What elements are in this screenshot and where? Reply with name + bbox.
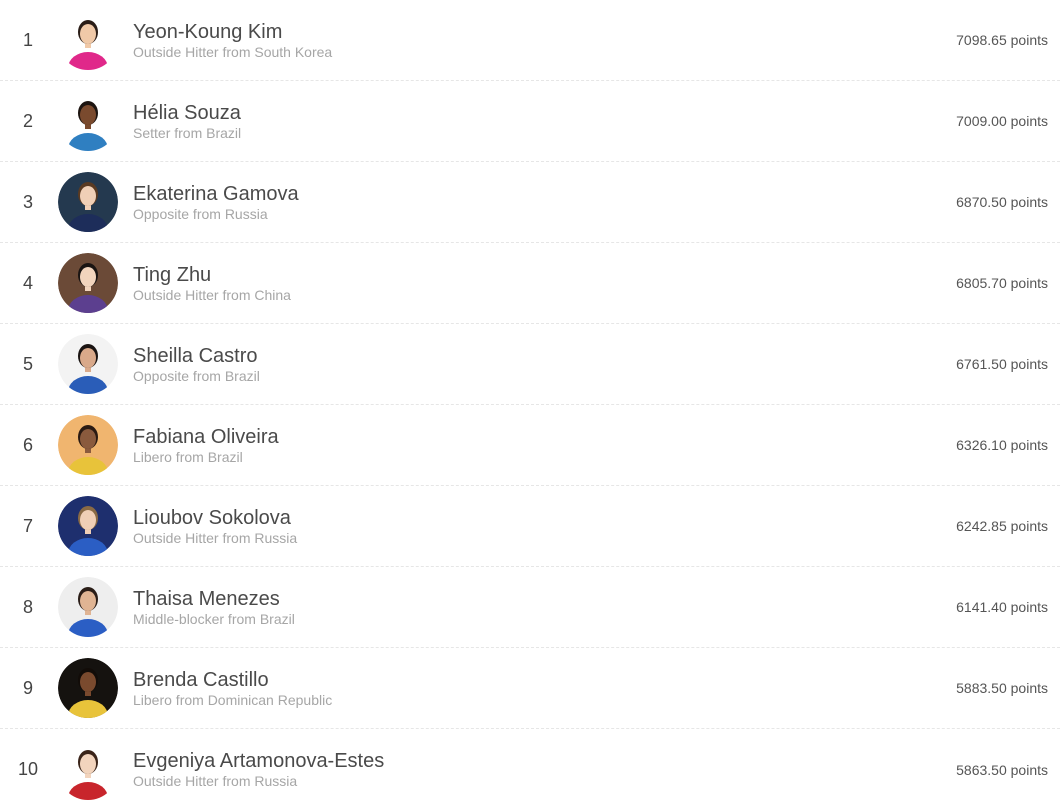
player-info: Lioubov Sokolova Outside Hitter from Rus…: [133, 507, 297, 546]
player-info: Evgeniya Artamonova-Estes Outside Hitter…: [133, 750, 384, 789]
player-photo-icon: [58, 658, 118, 718]
player-avatar[interactable]: [58, 739, 118, 800]
list-item[interactable]: 10 Evgeniya Artamonova-Estes Outside Hit…: [0, 729, 1060, 806]
player-points: 6326.10 points: [956, 437, 1048, 453]
player-info: Thaisa Menezes Middle-blocker from Brazi…: [133, 588, 295, 627]
list-item[interactable]: 9 Brenda Castillo Libero from Dominican …: [0, 648, 1060, 729]
player-info: Ekaterina Gamova Opposite from Russia: [133, 183, 299, 222]
player-name[interactable]: Brenda Castillo: [133, 669, 332, 691]
list-item[interactable]: 3 Ekaterina Gamova Opposite from Russia …: [0, 162, 1060, 243]
player-description: Setter from Brazil: [133, 124, 242, 141]
player-points: 6242.85 points: [956, 518, 1048, 534]
player-description: Outside Hitter from China: [133, 286, 291, 303]
rank-number: 1: [22, 29, 33, 50]
player-name[interactable]: Ekaterina Gamova: [133, 183, 299, 205]
player-points: 5883.50 points: [956, 680, 1048, 696]
player-points: 6141.40 points: [956, 599, 1048, 615]
player-name[interactable]: Lioubov Sokolova: [133, 507, 297, 529]
rank-number: 10: [17, 759, 39, 779]
rank-number: 3: [22, 191, 33, 212]
player-info: Ting Zhu Outside Hitter from China: [133, 264, 291, 303]
player-points: 7009.00 points: [956, 113, 1048, 129]
player-description: Middle-blocker from Brazil: [133, 610, 295, 627]
player-info: Fabiana Oliveira Libero from Brazil: [133, 426, 279, 465]
list-item[interactable]: 1 Yeon-Koung Kim Outside Hitter from Sou…: [0, 0, 1060, 81]
rank-number: 9: [22, 677, 33, 698]
player-name[interactable]: Sheilla Castro: [133, 345, 260, 367]
list-item[interactable]: 5 Sheilla Castro Opposite from Brazil 67…: [0, 324, 1060, 405]
player-info: Yeon-Koung Kim Outside Hitter from South…: [133, 21, 332, 60]
player-info: Sheilla Castro Opposite from Brazil: [133, 345, 260, 384]
player-description: Opposite from Russia: [133, 205, 268, 222]
player-photo-icon: [58, 10, 118, 70]
player-name[interactable]: Fabiana Oliveira: [133, 426, 279, 448]
rank-number: 6: [22, 434, 33, 455]
player-points: 5863.50 points: [956, 761, 1048, 778]
player-avatar[interactable]: [58, 172, 118, 232]
list-item[interactable]: 6 Fabiana Oliveira Libero from Brazil 63…: [0, 405, 1060, 486]
rank-number: 8: [22, 596, 33, 617]
player-avatar[interactable]: [58, 496, 118, 556]
player-description: Outside Hitter from South Korea: [133, 43, 333, 60]
player-name[interactable]: Yeon-Koung Kim: [133, 21, 332, 43]
player-points: 6870.50 points: [956, 194, 1048, 210]
player-info: Hélia Souza Setter from Brazil: [133, 102, 241, 141]
list-item[interactable]: 2 Hélia Souza Setter from Brazil 7009.00…: [0, 81, 1060, 162]
player-name[interactable]: Evgeniya Artamonova-Estes: [133, 750, 384, 772]
player-avatar[interactable]: [58, 577, 118, 637]
player-avatar[interactable]: [58, 658, 118, 718]
player-description: Opposite from Brazil: [133, 367, 260, 384]
player-photo-icon: [58, 91, 118, 151]
rank-number: 7: [22, 515, 33, 536]
list-item[interactable]: 8 Thaisa Menezes Middle-blocker from Bra…: [0, 567, 1060, 648]
player-description: Libero from Brazil: [133, 448, 243, 465]
player-points: 7098.65 points: [956, 32, 1048, 48]
player-avatar[interactable]: [58, 415, 118, 475]
list-item[interactable]: 7 Lioubov Sokolova Outside Hitter from R…: [0, 486, 1060, 567]
ranking-list: 1 Yeon-Koung Kim Outside Hitter from Sou…: [0, 0, 1060, 806]
rank-number: 4: [22, 272, 33, 293]
player-avatar[interactable]: [58, 253, 118, 313]
player-photo-icon: [58, 253, 118, 313]
player-name[interactable]: Ting Zhu: [133, 264, 291, 286]
player-photo-icon: [58, 496, 118, 556]
player-name[interactable]: Thaisa Menezes: [133, 588, 295, 610]
player-avatar[interactable]: [58, 10, 118, 70]
player-photo-icon: [58, 334, 118, 394]
player-name[interactable]: Hélia Souza: [133, 102, 241, 124]
list-item[interactable]: 4 Ting Zhu Outside Hitter from China 680…: [0, 243, 1060, 324]
player-avatar[interactable]: [58, 334, 118, 394]
player-description: Outside Hitter from Russia: [133, 529, 298, 546]
player-description: Libero from Dominican Republic: [133, 691, 333, 708]
player-info: Brenda Castillo Libero from Dominican Re…: [133, 669, 332, 708]
rank-number: 2: [22, 110, 33, 131]
player-photo-icon: [58, 577, 118, 637]
player-photo-icon: [58, 172, 118, 232]
player-avatar[interactable]: [58, 91, 118, 151]
player-photo-icon: [58, 415, 118, 475]
player-points: 6805.70 points: [956, 275, 1048, 291]
player-points: 6761.50 points: [956, 356, 1048, 372]
rank-number: 5: [22, 353, 33, 374]
player-photo-icon: [58, 739, 118, 800]
player-description: Outside Hitter from Russia: [133, 773, 298, 789]
